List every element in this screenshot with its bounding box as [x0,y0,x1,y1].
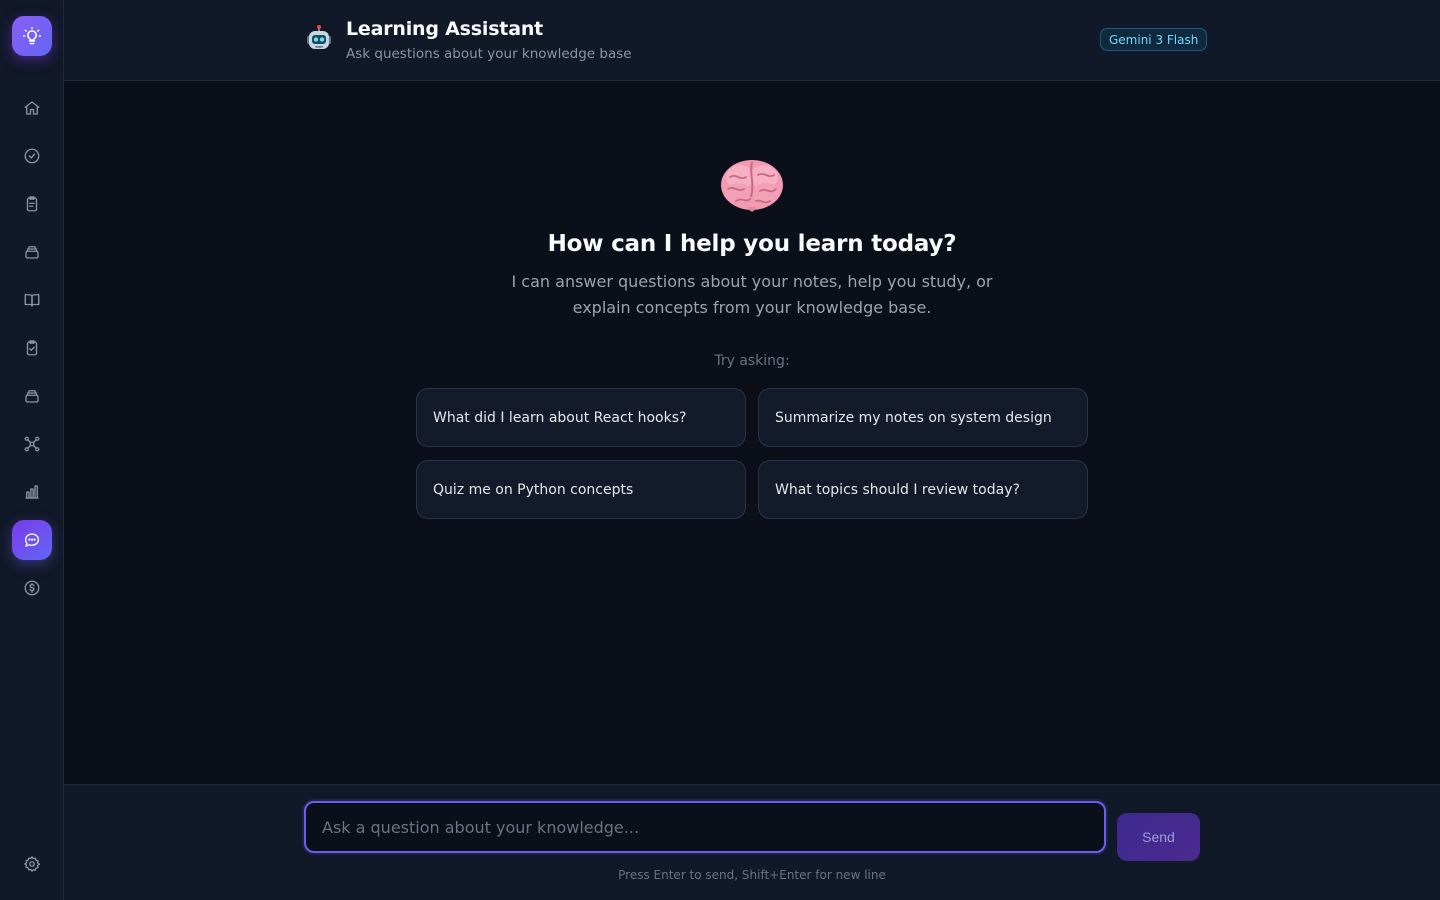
sidebar-item-assistant[interactable] [12,520,52,560]
try-asking-label: Try asking: [714,353,790,369]
chat-input[interactable] [304,801,1106,853]
brain-icon [721,160,783,212]
sidebar-item-inbox[interactable] [12,232,52,272]
settings-icon [24,856,41,872]
welcome-text: I can answer questions about your notes,… [511,272,993,317]
network-icon [24,436,40,452]
app-logo[interactable] [12,16,52,56]
page-title: Learning Assistant [346,18,544,40]
sidebar-item-notes[interactable] [12,184,52,224]
sidebar-item-billing[interactable] [12,568,52,608]
page-subtitle: Ask questions about your knowledge base [346,46,632,62]
suggestion-card[interactable]: Summarize my notes on system design [758,388,1088,447]
sidebar-item-archive[interactable] [12,376,52,416]
clipboard-check-icon [26,340,38,356]
sidebar-item-tasks[interactable] [12,136,52,176]
archive-icon [25,390,39,403]
model-badge[interactable]: Gemini 3 Flash [1100,28,1208,51]
chat-area: How can I help you learn today? I can an… [64,81,1440,784]
sidebar-item-review[interactable] [12,328,52,368]
inbox-icon [25,246,39,259]
keyboard-hint: Press Enter to send, Shift+Enter for new… [618,868,886,882]
clipboard-icon [26,196,38,212]
home-icon [24,101,40,115]
composer: Send Press Enter to send, Shift+Enter fo… [64,784,1440,900]
chat-icon [24,533,40,547]
sidebar-item-analytics[interactable] [12,472,52,512]
sidebar-item-library[interactable] [12,280,52,320]
check-circle-icon [24,148,40,164]
suggestion-card[interactable]: Quiz me on Python concepts [416,460,746,519]
sidebar-item-settings[interactable] [12,844,52,884]
bar-chart-icon [25,485,39,499]
send-button[interactable]: Send [1117,813,1200,861]
book-open-icon [24,294,40,307]
robot-icon [307,25,331,49]
sidebar-item-graph[interactable] [12,424,52,464]
suggestion-card[interactable]: What topics should I review today? [758,460,1088,519]
sidebar [0,0,64,900]
suggestion-card[interactable]: What did I learn about React hooks? [416,388,746,447]
page-header: Learning Assistant Ask questions about y… [64,0,1440,81]
dollar-icon [24,580,40,596]
lightbulb-icon [22,26,42,45]
sidebar-item-home[interactable] [12,88,52,128]
welcome-title: How can I help you learn today? [547,231,957,257]
